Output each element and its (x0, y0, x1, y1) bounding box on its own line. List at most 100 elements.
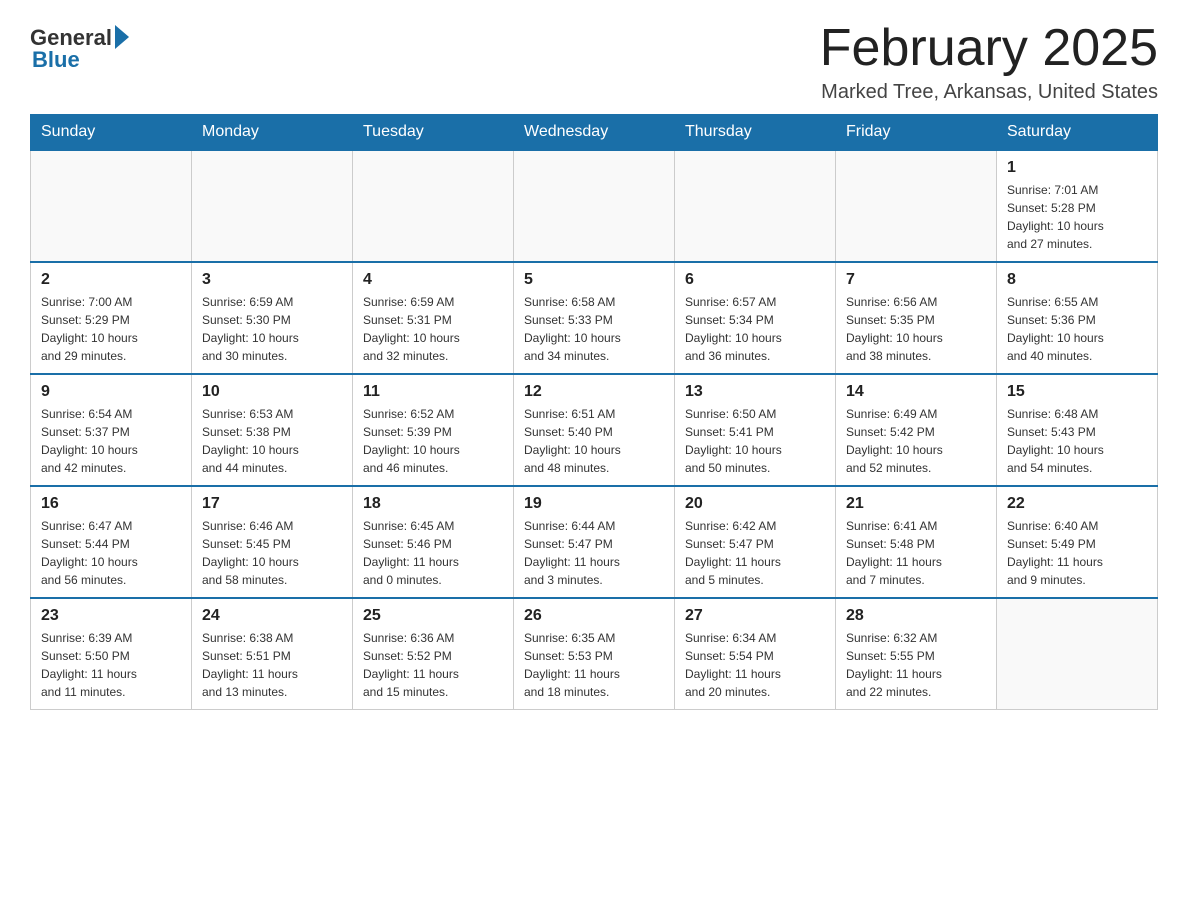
day-number: 8 (1007, 271, 1147, 289)
day-number: 20 (685, 495, 825, 513)
calendar-cell: 9 Sunrise: 6:54 AMSunset: 5:37 PMDaylight… (31, 374, 192, 486)
calendar-cell: 15 Sunrise: 6:48 AMSunset: 5:43 PMDayligh… (997, 374, 1158, 486)
day-number: 15 (1007, 383, 1147, 401)
title-block: February 2025 Marked Tree, Arkansas, Uni… (820, 20, 1158, 104)
calendar-cell: 27 Sunrise: 6:34 AMSunset: 5:54 PMDayligh… (675, 598, 836, 710)
day-number: 7 (846, 271, 986, 289)
day-info: Sunrise: 6:36 AMSunset: 5:52 PMDaylight:… (363, 629, 503, 701)
calendar-cell: 1 Sunrise: 7:01 AMSunset: 5:28 PMDaylight… (997, 150, 1158, 262)
calendar-cell: 12Sunrise: 6:51 AMSunset: 5:40 PMDayligh… (514, 374, 675, 486)
day-info: Sunrise: 6:52 AMSunset: 5:39 PMDaylight:… (363, 405, 503, 477)
calendar-cell: 4 Sunrise: 6:59 AMSunset: 5:31 PMDaylight… (353, 262, 514, 374)
day-info: Sunrise: 6:42 AMSunset: 5:47 PMDaylight:… (685, 517, 825, 589)
calendar-day-header: Saturday (997, 115, 1158, 151)
day-number: 13 (685, 383, 825, 401)
day-info: Sunrise: 6:48 AMSunset: 5:43 PMDaylight:… (1007, 405, 1147, 477)
day-info: Sunrise: 6:40 AMSunset: 5:49 PMDaylight:… (1007, 517, 1147, 589)
day-info: Sunrise: 6:39 AMSunset: 5:50 PMDaylight:… (41, 629, 181, 701)
day-info: Sunrise: 6:58 AMSunset: 5:33 PMDaylight:… (524, 293, 664, 365)
calendar-week-row: 23Sunrise: 6:39 AMSunset: 5:50 PMDayligh… (31, 598, 1158, 710)
calendar-day-header: Thursday (675, 115, 836, 151)
day-number: 22 (1007, 495, 1147, 513)
day-number: 11 (363, 383, 503, 401)
day-info: Sunrise: 6:46 AMSunset: 5:45 PMDaylight:… (202, 517, 342, 589)
day-number: 9 (41, 383, 181, 401)
logo-blue-text: Blue (32, 47, 80, 73)
calendar-cell: 16 Sunrise: 6:47 AMSunset: 5:44 PMDayligh… (31, 486, 192, 598)
day-info: Sunrise: 6:56 AMSunset: 5:35 PMDaylight:… (846, 293, 986, 365)
calendar-day-header: Friday (836, 115, 997, 151)
calendar-cell: 24 Sunrise: 6:38 AMSunset: 5:51 PMDayligh… (192, 598, 353, 710)
calendar-day-header: Tuesday (353, 115, 514, 151)
day-info: Sunrise: 6:54 AMSunset: 5:37 PMDaylight:… (41, 405, 181, 477)
day-number: 10 (202, 383, 342, 401)
calendar-cell: 20 Sunrise: 6:42 AMSunset: 5:47 PMDayligh… (675, 486, 836, 598)
month-title: February 2025 (820, 20, 1158, 77)
calendar-cell: 18 Sunrise: 6:45 AMSunset: 5:46 PMDayligh… (353, 486, 514, 598)
calendar-cell: 25 Sunrise: 6:36 AMSunset: 5:52 PMDayligh… (353, 598, 514, 710)
day-number: 18 (363, 495, 503, 513)
day-info: Sunrise: 6:47 AMSunset: 5:44 PMDaylight:… (41, 517, 181, 589)
day-number: 4 (363, 271, 503, 289)
calendar-day-header: Monday (192, 115, 353, 151)
calendar-cell: 8Sunrise: 6:55 AMSunset: 5:36 PMDaylight… (997, 262, 1158, 374)
calendar-week-row: 16 Sunrise: 6:47 AMSunset: 5:44 PMDayligh… (31, 486, 1158, 598)
calendar-cell (192, 150, 353, 262)
day-info: Sunrise: 6:50 AMSunset: 5:41 PMDaylight:… (685, 405, 825, 477)
day-info: Sunrise: 7:01 AMSunset: 5:28 PMDaylight:… (1007, 181, 1147, 253)
calendar-cell (514, 150, 675, 262)
day-info: Sunrise: 6:34 AMSunset: 5:54 PMDaylight:… (685, 629, 825, 701)
day-info: Sunrise: 6:38 AMSunset: 5:51 PMDaylight:… (202, 629, 342, 701)
day-info: Sunrise: 7:00 AMSunset: 5:29 PMDaylight:… (41, 293, 181, 365)
day-number: 2 (41, 271, 181, 289)
calendar-cell: 19 Sunrise: 6:44 AMSunset: 5:47 PMDayligh… (514, 486, 675, 598)
calendar-week-row: 9 Sunrise: 6:54 AMSunset: 5:37 PMDaylight… (31, 374, 1158, 486)
logo-arrow-icon (115, 25, 129, 49)
day-info: Sunrise: 6:49 AMSunset: 5:42 PMDaylight:… (846, 405, 986, 477)
day-info: Sunrise: 6:53 AMSunset: 5:38 PMDaylight:… (202, 405, 342, 477)
calendar-cell: 7 Sunrise: 6:56 AMSunset: 5:35 PMDaylight… (836, 262, 997, 374)
calendar-cell: 5 Sunrise: 6:58 AMSunset: 5:33 PMDaylight… (514, 262, 675, 374)
calendar-cell: 13 Sunrise: 6:50 AMSunset: 5:41 PMDayligh… (675, 374, 836, 486)
day-number: 25 (363, 607, 503, 625)
calendar-week-row: 1 Sunrise: 7:01 AMSunset: 5:28 PMDaylight… (31, 150, 1158, 262)
day-number: 21 (846, 495, 986, 513)
day-info: Sunrise: 6:44 AMSunset: 5:47 PMDaylight:… (524, 517, 664, 589)
day-info: Sunrise: 6:59 AMSunset: 5:30 PMDaylight:… (202, 293, 342, 365)
day-number: 14 (846, 383, 986, 401)
calendar-cell: 10 Sunrise: 6:53 AMSunset: 5:38 PMDayligh… (192, 374, 353, 486)
calendar-cell: 6Sunrise: 6:57 AMSunset: 5:34 PMDaylight… (675, 262, 836, 374)
calendar-day-header: Sunday (31, 115, 192, 151)
day-number: 27 (685, 607, 825, 625)
calendar-week-row: 2 Sunrise: 7:00 AMSunset: 5:29 PMDaylight… (31, 262, 1158, 374)
day-number: 1 (1007, 159, 1147, 177)
calendar-cell: 28Sunrise: 6:32 AMSunset: 5:55 PMDayligh… (836, 598, 997, 710)
day-number: 6 (685, 271, 825, 289)
day-info: Sunrise: 6:45 AMSunset: 5:46 PMDaylight:… (363, 517, 503, 589)
page-header: General Blue February 2025 Marked Tree, … (30, 20, 1158, 104)
calendar-cell: 22 Sunrise: 6:40 AMSunset: 5:49 PMDayligh… (997, 486, 1158, 598)
calendar-cell (997, 598, 1158, 710)
day-number: 24 (202, 607, 342, 625)
location-subtitle: Marked Tree, Arkansas, United States (820, 81, 1158, 104)
calendar-cell: 26 Sunrise: 6:35 AMSunset: 5:53 PMDayligh… (514, 598, 675, 710)
calendar-cell (836, 150, 997, 262)
calendar-cell (675, 150, 836, 262)
calendar-cell: 2 Sunrise: 7:00 AMSunset: 5:29 PMDaylight… (31, 262, 192, 374)
day-number: 5 (524, 271, 664, 289)
day-number: 19 (524, 495, 664, 513)
day-info: Sunrise: 6:41 AMSunset: 5:48 PMDaylight:… (846, 517, 986, 589)
calendar-table: SundayMondayTuesdayWednesdayThursdayFrid… (30, 114, 1158, 710)
day-number: 26 (524, 607, 664, 625)
calendar-cell (31, 150, 192, 262)
calendar-cell: 21 Sunrise: 6:41 AMSunset: 5:48 PMDayligh… (836, 486, 997, 598)
calendar-header-row: SundayMondayTuesdayWednesdayThursdayFrid… (31, 115, 1158, 151)
day-info: Sunrise: 6:59 AMSunset: 5:31 PMDaylight:… (363, 293, 503, 365)
day-info: Sunrise: 6:35 AMSunset: 5:53 PMDaylight:… (524, 629, 664, 701)
day-number: 16 (41, 495, 181, 513)
day-number: 28 (846, 607, 986, 625)
calendar-day-header: Wednesday (514, 115, 675, 151)
calendar-cell: 17Sunrise: 6:46 AMSunset: 5:45 PMDayligh… (192, 486, 353, 598)
calendar-cell (353, 150, 514, 262)
calendar-cell: 3Sunrise: 6:59 AMSunset: 5:30 PMDaylight… (192, 262, 353, 374)
